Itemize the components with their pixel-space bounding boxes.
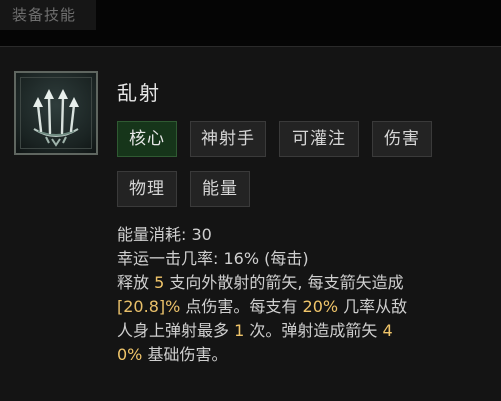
tag-core: 核心	[117, 121, 177, 157]
desc-text: 支向外散射的箭矢, 每支箭矢造成	[169, 273, 404, 292]
skill-description: 能量消耗: 30 幸运一击几率: 16% (每击) 释放 5 支向外散射的箭矢,…	[117, 223, 497, 367]
desc-text: 人身上弹射最多	[117, 321, 230, 340]
desc-value: 0%	[117, 345, 143, 364]
multishot-arrows-icon	[14, 71, 98, 155]
desc-text: 点伤害。每支有	[185, 297, 298, 316]
tag-imbuable: 可灌注	[279, 121, 359, 157]
description-line-3: 人身上弹射最多 1 次。弹射造成箭矢 4	[117, 319, 497, 343]
description-line-4: 0% 基础伤害。	[117, 343, 497, 367]
tag-energy: 能量	[190, 171, 250, 207]
energy-cost-value: 30	[191, 225, 212, 244]
description-line-2: [20.8]% 点伤害。每支有 20% 几率从敌	[117, 295, 497, 319]
skill-tooltip-panel: 乱射 核心 神射手 可灌注 伤害 物理 能量 能量消耗: 30 幸运一击几率: …	[0, 46, 501, 401]
lucky-hit-suffix: (每击)	[264, 249, 309, 268]
energy-cost-line: 能量消耗: 30	[117, 223, 497, 247]
desc-value: [20.8]%	[117, 297, 181, 316]
desc-text: 基础伤害。	[147, 345, 228, 364]
tag-physical: 物理	[117, 171, 177, 207]
skill-title: 乱射	[117, 81, 161, 105]
desc-value: 4	[382, 321, 393, 340]
tag-marksman: 神射手	[190, 121, 266, 157]
description-line-1: 释放 5 支向外散射的箭矢, 每支箭矢造成	[117, 271, 497, 295]
desc-value: 20%	[302, 297, 339, 316]
arrows-glyph-icon	[33, 89, 79, 147]
tag-damage: 伤害	[372, 121, 432, 157]
lucky-hit-value: 16%	[223, 249, 260, 268]
top-bar: 装备技能	[0, 0, 501, 46]
energy-cost-label: 能量消耗:	[117, 225, 187, 244]
desc-text: 释放	[117, 273, 150, 292]
desc-text: 次。弹射造成箭矢	[249, 321, 378, 340]
tab-equip-skills[interactable]: 装备技能	[0, 0, 96, 30]
desc-value: 1	[234, 321, 245, 340]
desc-value: 5	[154, 273, 165, 292]
desc-text: 几率从敌	[343, 297, 408, 316]
lucky-hit-line: 幸运一击几率: 16% (每击)	[117, 247, 497, 271]
lucky-hit-label: 幸运一击几率:	[117, 249, 219, 268]
